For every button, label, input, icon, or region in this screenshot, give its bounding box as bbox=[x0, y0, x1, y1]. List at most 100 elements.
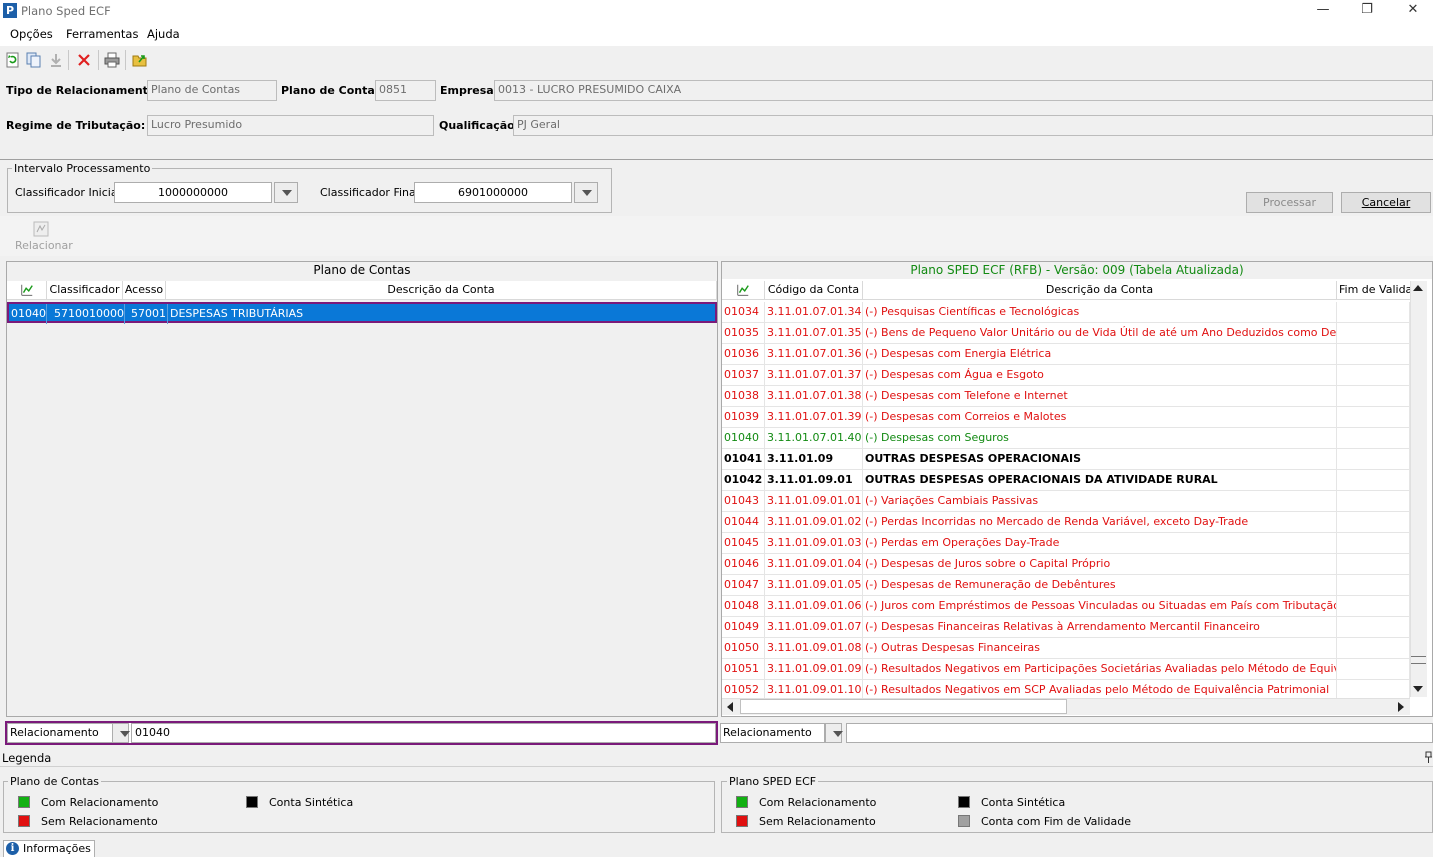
scroll-up-icon[interactable] bbox=[1413, 285, 1423, 291]
maximize-button[interactable]: ❐ bbox=[1344, 0, 1390, 22]
cancelar-button[interactable]: Cancelar bbox=[1341, 192, 1431, 213]
copy-icon[interactable] bbox=[26, 52, 42, 68]
cell-descricao: (-) Bens de Pequeno Valor Unitário ou de… bbox=[863, 323, 1337, 343]
plano-contas-label: Plano de Contas: bbox=[281, 84, 386, 97]
h-scroll-thumb[interactable] bbox=[740, 699, 1067, 714]
conta-sintetica-label: Conta Sintética bbox=[269, 796, 354, 809]
table-row[interactable]: 01043 3.11.01.09.01.01 (-) Variações Cambi… bbox=[722, 491, 1410, 512]
delete-icon[interactable] bbox=[76, 52, 92, 68]
table-row[interactable]: 01051 3.11.01.09.01.09 (-) Resultados Nega… bbox=[722, 659, 1410, 680]
cell-descricao: (-) Despesas Financeiras Relativas à Arr… bbox=[863, 617, 1337, 637]
classificador-inicial-dropdown[interactable] bbox=[274, 182, 298, 203]
table-row[interactable]: 01044 3.11.01.09.01.02 (-) Perdas Incorrid… bbox=[722, 512, 1410, 533]
cell-id: 01041 bbox=[722, 449, 765, 469]
table-row[interactable]: 01047 3.11.01.09.01.05 (-) Despesas de Rem… bbox=[722, 575, 1410, 596]
cell-descricao: (-) Despesas com Seguros bbox=[863, 428, 1337, 448]
table-row[interactable]: 01037 3.11.01.07.01.37 (-) Despesas com Ág… bbox=[722, 365, 1410, 386]
vertical-scrollbar[interactable] bbox=[1410, 281, 1427, 697]
refresh-icon[interactable] bbox=[5, 52, 21, 68]
print-icon[interactable] bbox=[104, 52, 120, 68]
cell-classificador: 5710010000 bbox=[47, 304, 125, 324]
empresa-field: 0013 - LUCRO PRESUMIDO CAIXA bbox=[494, 80, 1433, 101]
table-row[interactable]: 01039 3.11.01.07.01.39 (-) Despesas com Co… bbox=[722, 407, 1410, 428]
col-acesso[interactable]: Acesso bbox=[123, 281, 166, 299]
filter-left-dropdown[interactable] bbox=[112, 723, 130, 743]
cell-id: 01035 bbox=[722, 323, 765, 343]
header-divider bbox=[0, 159, 1433, 160]
window-title: Plano Sped ECF bbox=[21, 4, 111, 18]
col-codigo[interactable]: Código da Conta bbox=[765, 281, 863, 299]
col-descricao[interactable]: Descrição da Conta bbox=[166, 281, 717, 299]
relacionar-button[interactable]: Relacionar bbox=[15, 239, 73, 252]
cell-fim-validade bbox=[1337, 617, 1410, 637]
table-row[interactable]: 01035 3.11.01.07.01.35 (-) Bens de Pequeno… bbox=[722, 323, 1410, 344]
classificador-final-input[interactable]: 6901000000 bbox=[414, 182, 572, 203]
conta-sintetica-label: Conta Sintética bbox=[981, 796, 1066, 809]
cell-descricao: (-) Variações Cambiais Passivas bbox=[863, 491, 1337, 511]
cell-codigo: 3.11.01.09.01.04 bbox=[765, 554, 863, 574]
scroll-left-icon[interactable] bbox=[727, 702, 733, 712]
pin-icon[interactable] bbox=[1424, 751, 1433, 763]
classificador-inicial-input[interactable]: 1000000000 bbox=[114, 182, 272, 203]
close-window-button[interactable]: ✕ bbox=[1390, 0, 1433, 22]
col-fim-validade[interactable]: Fim de Validade bbox=[1337, 281, 1410, 299]
cell-id: 01047 bbox=[722, 575, 765, 595]
menu-ferramentas[interactable]: Ferramentas bbox=[66, 27, 138, 41]
filter-right-dropdown[interactable] bbox=[825, 723, 843, 743]
minimize-button[interactable]: — bbox=[1300, 0, 1346, 22]
plano-contas-header: Classificador Acesso Descrição da Conta bbox=[7, 281, 717, 300]
cell-id: 01049 bbox=[722, 617, 765, 637]
toolbar-separator bbox=[98, 50, 99, 70]
action-strip bbox=[0, 216, 1433, 256]
table-row[interactable]: 01040 3.11.01.07.01.40 (-) Despesas com Se… bbox=[722, 428, 1410, 449]
chart-column-icon bbox=[7, 281, 47, 299]
cell-fim-validade bbox=[1337, 575, 1410, 595]
table-row[interactable]: 01046 3.11.01.09.01.04 (-) Despesas de Jur… bbox=[722, 554, 1410, 575]
menu-opcoes[interactable]: Opções bbox=[10, 27, 53, 41]
cell-fim-validade bbox=[1337, 428, 1410, 448]
cell-id: 01042 bbox=[722, 470, 765, 490]
toolbar-separator bbox=[68, 50, 69, 70]
table-row[interactable]: 01038 3.11.01.07.01.38 (-) Despesas com Te… bbox=[722, 386, 1410, 407]
table-row[interactable]: 01052 3.11.01.09.01.10 (-) Resultados Nega… bbox=[722, 680, 1410, 698]
open-folder-icon[interactable] bbox=[132, 52, 148, 68]
col-descricao[interactable]: Descrição da Conta bbox=[863, 281, 1337, 299]
filter-right-combo[interactable]: Relacionamento bbox=[720, 723, 825, 743]
table-row[interactable]: 01041 3.11.01.09 OUTRAS DESPESAS OPERACION… bbox=[722, 449, 1410, 470]
table-row[interactable]: 01034 3.11.01.07.01.34 (-) Pesquisas Cient… bbox=[722, 302, 1410, 323]
scroll-thumb[interactable] bbox=[1411, 656, 1426, 664]
cell-fim-validade bbox=[1337, 680, 1410, 698]
col-classificador[interactable]: Classificador bbox=[47, 281, 123, 299]
plano-contas-field: 0851 bbox=[375, 80, 436, 101]
sped-ecf-rows: 01034 3.11.01.07.01.34 (-) Pesquisas Cient… bbox=[722, 302, 1410, 698]
filter-left-input[interactable]: 01040 bbox=[131, 723, 716, 743]
chart-column-icon bbox=[722, 281, 765, 299]
cell-descricao: (-) Despesas com Água e Esgoto bbox=[863, 365, 1337, 385]
classificador-final-dropdown[interactable] bbox=[574, 182, 598, 203]
table-row[interactable]: 01040 5710010000 57001 DESPESAS TRIBUTÁR… bbox=[7, 302, 717, 324]
processar-button[interactable]: Processar bbox=[1246, 192, 1333, 213]
cell-fim-validade bbox=[1337, 344, 1410, 364]
table-row[interactable]: 01045 3.11.01.09.01.03 (-) Perdas em Opera… bbox=[722, 533, 1410, 554]
conta-sintetica-swatch bbox=[958, 796, 970, 808]
table-row[interactable]: 01050 3.11.01.09.01.08 (-) Outras Despesas… bbox=[722, 638, 1410, 659]
table-row[interactable]: 01049 3.11.01.09.01.07 (-) Despesas Financ… bbox=[722, 617, 1410, 638]
plano-contas-title: Plano de Contas bbox=[7, 262, 717, 279]
sped-ecf-title: Plano SPED ECF (RFB) - Versão: 009 (Tabe… bbox=[722, 262, 1432, 279]
tipo-relacionamento-field: Plano de Contas bbox=[147, 80, 277, 101]
filter-left-combo[interactable]: Relacionamento bbox=[7, 723, 113, 743]
menu-ajuda[interactable]: Ajuda bbox=[147, 27, 180, 41]
cell-fim-validade bbox=[1337, 491, 1410, 511]
plano-contas-grid bbox=[6, 261, 718, 717]
download-icon bbox=[51, 54, 61, 67]
filter-right-input[interactable] bbox=[846, 723, 1433, 743]
cell-codigo: 3.11.01.09.01.07 bbox=[765, 617, 863, 637]
relacionar-icon bbox=[33, 221, 49, 237]
cell-fim-validade bbox=[1337, 596, 1410, 616]
cell-codigo: 3.11.01.09.01.05 bbox=[765, 575, 863, 595]
table-row[interactable]: 01048 3.11.01.09.01.06 (-) Juros com Empré… bbox=[722, 596, 1410, 617]
scroll-down-icon[interactable] bbox=[1413, 686, 1423, 692]
table-row[interactable]: 01042 3.11.01.09.01 OUTRAS DESPESAS OPERAC… bbox=[722, 470, 1410, 491]
table-row[interactable]: 01036 3.11.01.07.01.36 (-) Despesas com En… bbox=[722, 344, 1410, 365]
scroll-right-icon[interactable] bbox=[1398, 702, 1404, 712]
